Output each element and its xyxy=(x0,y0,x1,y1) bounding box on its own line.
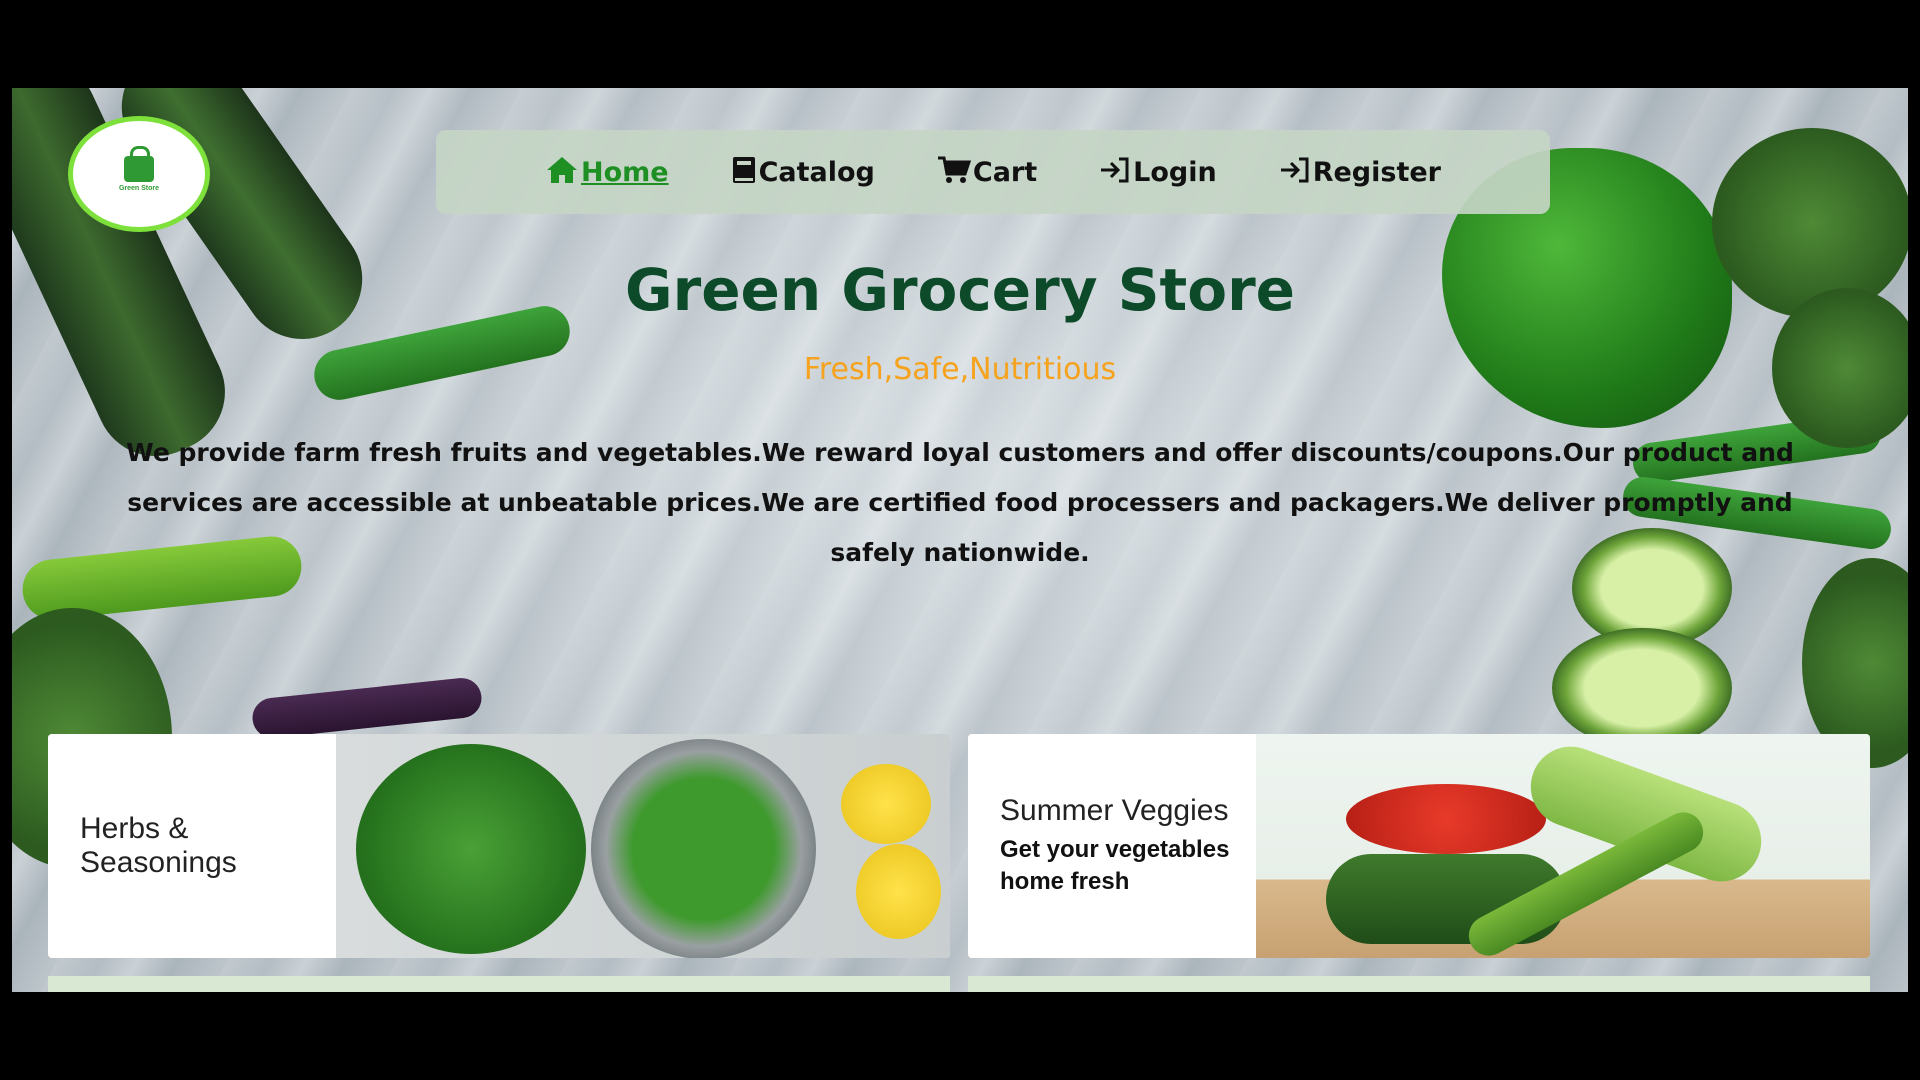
cart-icon xyxy=(937,155,971,190)
page-viewport: Green Store Home Catalog Cart Login Regi… xyxy=(12,88,1908,992)
card-title: Herbs & Seasonings xyxy=(80,812,237,879)
main-nav: Home Catalog Cart Login Register xyxy=(436,130,1550,214)
nav-login[interactable]: Login xyxy=(1099,155,1217,190)
home-icon xyxy=(545,155,579,190)
nav-cart[interactable]: Cart xyxy=(937,155,1037,190)
category-card-herbs[interactable]: Herbs & Seasonings xyxy=(48,734,950,958)
nav-home[interactable]: Home xyxy=(545,155,669,190)
card-text-panel: Herbs & Seasonings xyxy=(48,734,336,958)
lemon xyxy=(856,844,941,939)
card-title: Summer Veggies xyxy=(1000,794,1229,827)
shopping-bag-icon xyxy=(124,146,154,182)
register-icon xyxy=(1279,155,1311,190)
card-text-panel: Summer Veggies Get your vegetables home … xyxy=(968,734,1256,958)
logo-text: Green Store xyxy=(118,185,160,192)
nav-home-label: Home xyxy=(580,156,669,188)
next-card-edge xyxy=(968,976,1870,992)
nav-register-label: Register xyxy=(1312,156,1441,188)
tagline: Fresh,Safe,Nutritious xyxy=(803,352,1117,387)
nav-register[interactable]: Register xyxy=(1279,155,1441,190)
spinach-bowl xyxy=(591,739,816,958)
cucumber-slice-decoration xyxy=(1552,628,1732,748)
next-card-edge xyxy=(48,976,950,992)
card-subtitle: Get your vegetables home fresh xyxy=(1000,836,1230,895)
coriander-bunch xyxy=(356,744,586,954)
summer-veggies-image xyxy=(1256,734,1870,958)
store-logo[interactable]: Green Store xyxy=(68,116,210,232)
page-title: Green Grocery Store xyxy=(624,256,1296,324)
store-description: We provide farm fresh fruits and vegetab… xyxy=(126,438,1794,567)
lemon xyxy=(841,764,931,844)
herbs-image xyxy=(336,734,950,958)
nav-login-label: Login xyxy=(1133,156,1217,188)
tomatoes xyxy=(1346,784,1546,854)
book-icon xyxy=(731,155,757,190)
nav-cart-label: Cart xyxy=(972,156,1038,188)
category-card-summer-veggies[interactable]: Summer Veggies Get your vegetables home … xyxy=(968,734,1870,958)
nav-catalog[interactable]: Catalog xyxy=(731,155,875,190)
nav-catalog-label: Catalog xyxy=(758,156,875,188)
login-icon xyxy=(1099,155,1131,190)
